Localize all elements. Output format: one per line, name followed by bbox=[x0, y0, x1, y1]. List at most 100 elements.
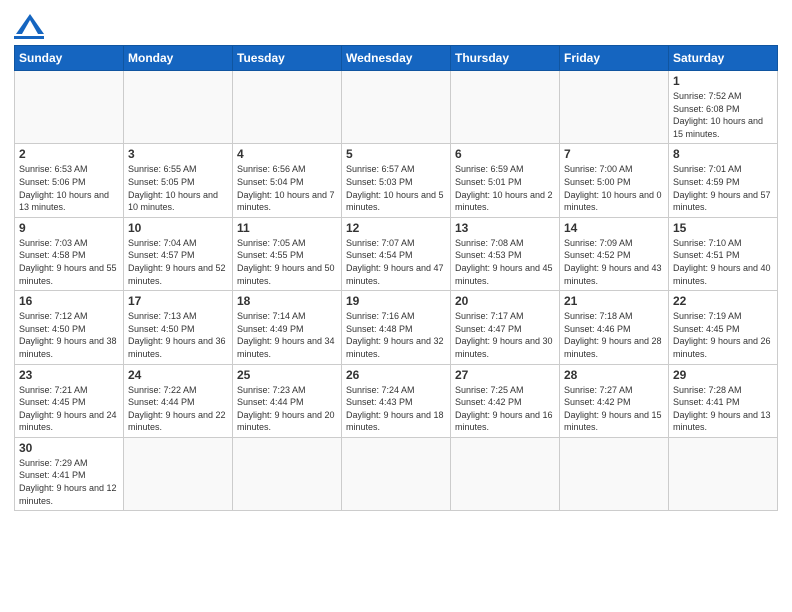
day-number: 5 bbox=[346, 147, 446, 161]
calendar-cell bbox=[342, 437, 451, 510]
day-number: 8 bbox=[673, 147, 773, 161]
calendar-cell: 6 Sunrise: 6:59 AM Sunset: 5:01 PM Daylig… bbox=[451, 144, 560, 217]
day-info: Sunrise: 6:59 AM Sunset: 5:01 PM Dayligh… bbox=[455, 163, 555, 213]
calendar-cell: 15 Sunrise: 7:10 AM Sunset: 4:51 PM Dayli… bbox=[669, 217, 778, 290]
logo-text bbox=[14, 14, 44, 34]
day-info: Sunrise: 7:01 AM Sunset: 4:59 PM Dayligh… bbox=[673, 163, 773, 213]
calendar-cell: 20Sunrise: 7:17 AM Sunset: 4:47 PM Dayli… bbox=[451, 291, 560, 364]
day-info: Sunrise: 6:55 AM Sunset: 5:05 PM Dayligh… bbox=[128, 163, 228, 213]
day-info: Sunrise: 7:23 AM Sunset: 4:44 PM Dayligh… bbox=[237, 384, 337, 434]
day-number: 13 bbox=[455, 221, 555, 235]
day-info: Sunrise: 7:52 AM Sunset: 6:08 PM Dayligh… bbox=[673, 90, 773, 140]
day-info: Sunrise: 7:00 AM Sunset: 5:00 PM Dayligh… bbox=[564, 163, 664, 213]
day-number: 30 bbox=[19, 441, 119, 455]
calendar-cell: 13Sunrise: 7:08 AM Sunset: 4:53 PM Dayli… bbox=[451, 217, 560, 290]
day-number: 7 bbox=[564, 147, 664, 161]
header-thursday: Thursday bbox=[451, 46, 560, 71]
day-info: Sunrise: 7:09 AM Sunset: 4:52 PM Dayligh… bbox=[564, 237, 664, 287]
calendar-cell bbox=[15, 71, 124, 144]
calendar-cell: 1Sunrise: 7:52 AM Sunset: 6:08 PM Daylig… bbox=[669, 71, 778, 144]
day-number: 21 bbox=[564, 294, 664, 308]
day-number: 6 bbox=[455, 147, 555, 161]
calendar-cell: 17 Sunrise: 7:13 AM Sunset: 4:50 PM Dayli… bbox=[124, 291, 233, 364]
day-info: Sunrise: 7:12 AM Sunset: 4:50 PM Dayligh… bbox=[19, 310, 119, 360]
day-info: Sunrise: 7:03 AM Sunset: 4:58 PM Dayligh… bbox=[19, 237, 119, 287]
calendar-cell: 10Sunrise: 7:04 AM Sunset: 4:57 PM Dayli… bbox=[124, 217, 233, 290]
week-row-4: 23Sunrise: 7:21 AM Sunset: 4:45 PM Dayli… bbox=[15, 364, 778, 437]
calendar-table: Sunday Monday Tuesday Wednesday Thursday… bbox=[14, 45, 778, 511]
calendar-cell bbox=[560, 71, 669, 144]
day-number: 4 bbox=[237, 147, 337, 161]
header-wednesday: Wednesday bbox=[342, 46, 451, 71]
day-number: 11 bbox=[237, 221, 337, 235]
day-number: 10 bbox=[128, 221, 228, 235]
day-number: 15 bbox=[673, 221, 773, 235]
calendar-cell: 21 Sunrise: 7:18 AM Sunset: 4:46 PM Dayli… bbox=[560, 291, 669, 364]
day-info: Sunrise: 7:05 AM Sunset: 4:55 PM Dayligh… bbox=[237, 237, 337, 287]
day-info: Sunrise: 7:27 AM Sunset: 4:42 PM Dayligh… bbox=[564, 384, 664, 434]
weekday-header-row: Sunday Monday Tuesday Wednesday Thursday… bbox=[15, 46, 778, 71]
calendar-cell: 29Sunrise: 7:28 AM Sunset: 4:41 PM Dayli… bbox=[669, 364, 778, 437]
calendar-cell: 26 Sunrise: 7:24 AM Sunset: 4:43 PM Dayli… bbox=[342, 364, 451, 437]
day-info: Sunrise: 6:56 AM Sunset: 5:04 PM Dayligh… bbox=[237, 163, 337, 213]
calendar-cell bbox=[669, 437, 778, 510]
header-friday: Friday bbox=[560, 46, 669, 71]
day-info: Sunrise: 6:57 AM Sunset: 5:03 PM Dayligh… bbox=[346, 163, 446, 213]
day-info: Sunrise: 7:24 AM Sunset: 4:43 PM Dayligh… bbox=[346, 384, 446, 434]
calendar-cell bbox=[124, 71, 233, 144]
week-row-0: 1Sunrise: 7:52 AM Sunset: 6:08 PM Daylig… bbox=[15, 71, 778, 144]
day-info: Sunrise: 7:21 AM Sunset: 4:45 PM Dayligh… bbox=[19, 384, 119, 434]
calendar-cell bbox=[560, 437, 669, 510]
calendar-cell: 23Sunrise: 7:21 AM Sunset: 4:45 PM Dayli… bbox=[15, 364, 124, 437]
calendar-cell: 14 Sunrise: 7:09 AM Sunset: 4:52 PM Dayli… bbox=[560, 217, 669, 290]
calendar-cell: 4 Sunrise: 6:56 AM Sunset: 5:04 PM Daylig… bbox=[233, 144, 342, 217]
calendar-cell: 5 Sunrise: 6:57 AM Sunset: 5:03 PM Daylig… bbox=[342, 144, 451, 217]
calendar-cell: 7 Sunrise: 7:00 AM Sunset: 5:00 PM Daylig… bbox=[560, 144, 669, 217]
calendar-cell: 12 Sunrise: 7:07 AM Sunset: 4:54 PM Dayli… bbox=[342, 217, 451, 290]
week-row-1: 2Sunrise: 6:53 AM Sunset: 5:06 PM Daylig… bbox=[15, 144, 778, 217]
header-tuesday: Tuesday bbox=[233, 46, 342, 71]
day-number: 16 bbox=[19, 294, 119, 308]
day-number: 24 bbox=[128, 368, 228, 382]
day-info: Sunrise: 7:16 AM Sunset: 4:48 PM Dayligh… bbox=[346, 310, 446, 360]
calendar-cell: 27Sunrise: 7:25 AM Sunset: 4:42 PM Dayli… bbox=[451, 364, 560, 437]
day-number: 3 bbox=[128, 147, 228, 161]
header-saturday: Saturday bbox=[669, 46, 778, 71]
day-info: Sunrise: 7:10 AM Sunset: 4:51 PM Dayligh… bbox=[673, 237, 773, 287]
day-number: 28 bbox=[564, 368, 664, 382]
day-number: 26 bbox=[346, 368, 446, 382]
calendar-cell: 30Sunrise: 7:29 AM Sunset: 4:41 PM Dayli… bbox=[15, 437, 124, 510]
logo-line bbox=[14, 36, 44, 39]
header-sunday: Sunday bbox=[15, 46, 124, 71]
day-number: 12 bbox=[346, 221, 446, 235]
week-row-3: 16 Sunrise: 7:12 AM Sunset: 4:50 PM Dayli… bbox=[15, 291, 778, 364]
day-number: 17 bbox=[128, 294, 228, 308]
calendar-cell: 24 Sunrise: 7:22 AM Sunset: 4:44 PM Dayli… bbox=[124, 364, 233, 437]
day-info: Sunrise: 7:07 AM Sunset: 4:54 PM Dayligh… bbox=[346, 237, 446, 287]
calendar-cell: 22Sunrise: 7:19 AM Sunset: 4:45 PM Dayli… bbox=[669, 291, 778, 364]
day-number: 18 bbox=[237, 294, 337, 308]
calendar-cell: 11 Sunrise: 7:05 AM Sunset: 4:55 PM Dayli… bbox=[233, 217, 342, 290]
day-info: Sunrise: 7:13 AM Sunset: 4:50 PM Dayligh… bbox=[128, 310, 228, 360]
calendar-cell: 18Sunrise: 7:14 AM Sunset: 4:49 PM Dayli… bbox=[233, 291, 342, 364]
header bbox=[14, 10, 778, 39]
day-number: 29 bbox=[673, 368, 773, 382]
week-row-2: 9 Sunrise: 7:03 AM Sunset: 4:58 PM Daylig… bbox=[15, 217, 778, 290]
day-number: 14 bbox=[564, 221, 664, 235]
calendar-cell bbox=[124, 437, 233, 510]
calendar-cell bbox=[342, 71, 451, 144]
day-info: Sunrise: 7:18 AM Sunset: 4:46 PM Dayligh… bbox=[564, 310, 664, 360]
calendar-cell: 8 Sunrise: 7:01 AM Sunset: 4:59 PM Daylig… bbox=[669, 144, 778, 217]
calendar-cell: 9 Sunrise: 7:03 AM Sunset: 4:58 PM Daylig… bbox=[15, 217, 124, 290]
calendar-cell bbox=[233, 437, 342, 510]
day-number: 20 bbox=[455, 294, 555, 308]
calendar-cell bbox=[451, 71, 560, 144]
logo-icon bbox=[16, 14, 44, 34]
day-number: 19 bbox=[346, 294, 446, 308]
day-number: 9 bbox=[19, 221, 119, 235]
page: Sunday Monday Tuesday Wednesday Thursday… bbox=[0, 0, 792, 612]
calendar-cell: 2Sunrise: 6:53 AM Sunset: 5:06 PM Daylig… bbox=[15, 144, 124, 217]
day-info: Sunrise: 7:22 AM Sunset: 4:44 PM Dayligh… bbox=[128, 384, 228, 434]
calendar-cell bbox=[451, 437, 560, 510]
calendar-cell: 25Sunrise: 7:23 AM Sunset: 4:44 PM Dayli… bbox=[233, 364, 342, 437]
